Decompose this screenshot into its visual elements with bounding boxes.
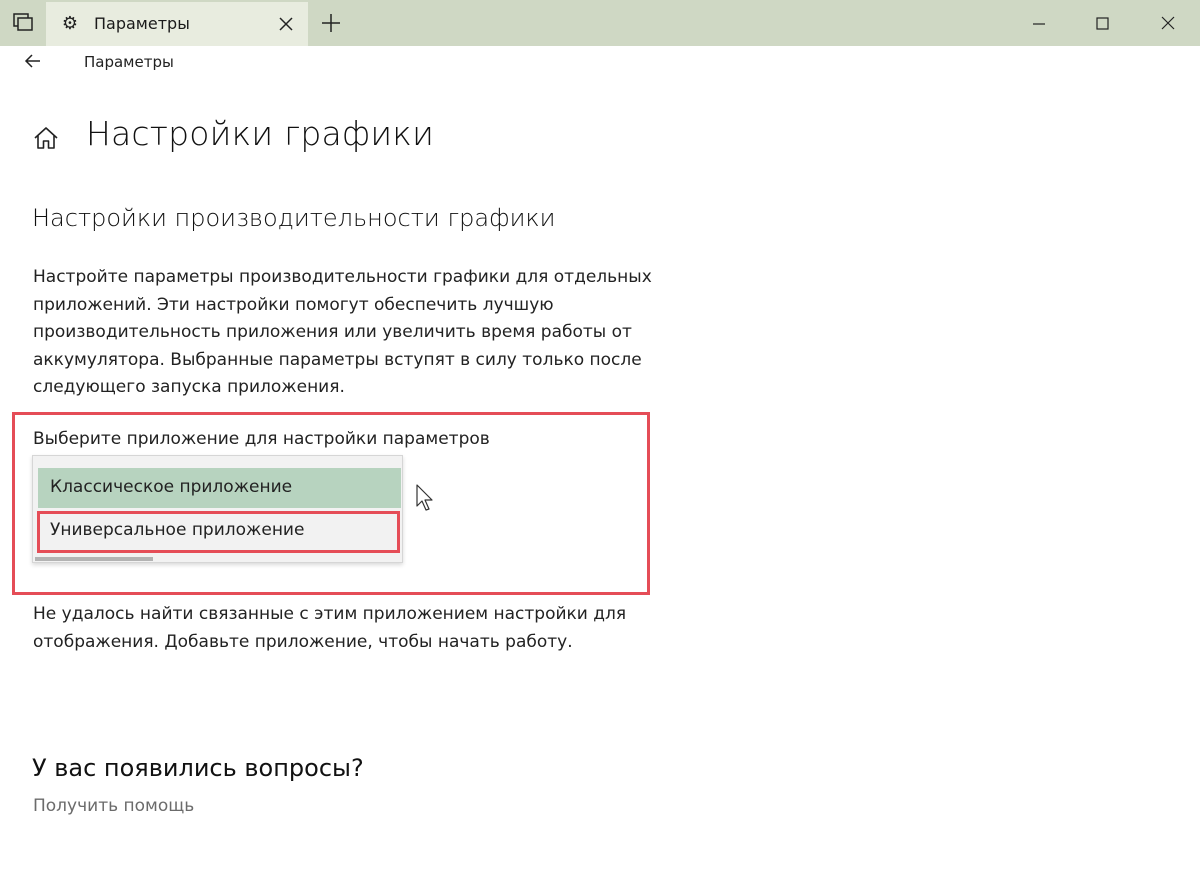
- mouse-cursor-icon: [416, 484, 434, 512]
- tab-settings[interactable]: ⚙ Параметры: [46, 2, 308, 46]
- task-view-icon[interactable]: [6, 8, 42, 38]
- option-classic-app[interactable]: Классическое приложение: [38, 468, 401, 508]
- app-type-dropdown[interactable]: Классическое приложение Универсальное пр…: [32, 455, 403, 563]
- description-text: Настройте параметры производительности г…: [33, 267, 652, 397]
- option-label: Универсальное приложение: [50, 520, 305, 540]
- title-bar: ⚙ Параметры: [0, 0, 1200, 46]
- home-icon[interactable]: [32, 124, 60, 152]
- back-button[interactable]: [18, 48, 48, 74]
- select-label: Выберите приложение для настройки параме…: [33, 429, 490, 449]
- maximize-button[interactable]: [1080, 4, 1126, 42]
- dropdown-scrollbar[interactable]: [35, 557, 153, 561]
- page-title: Настройки графики: [86, 114, 435, 153]
- option-label: Классическое приложение: [50, 477, 293, 497]
- app-title: Параметры: [84, 53, 174, 71]
- new-tab-button[interactable]: [318, 10, 344, 36]
- close-tab-icon[interactable]: [276, 14, 296, 34]
- tab-title: Параметры: [94, 14, 190, 33]
- option-universal-app[interactable]: Универсальное приложение: [37, 511, 400, 553]
- section-title: Настройки производительности графики: [32, 204, 556, 232]
- help-title: У вас появились вопросы?: [32, 754, 364, 782]
- gear-icon: ⚙: [61, 13, 79, 34]
- get-help-link[interactable]: Получить помощь: [33, 796, 194, 816]
- no-settings-message: Не удалось найти связанные с этим прилож…: [33, 604, 627, 652]
- minimize-button[interactable]: [1016, 4, 1062, 42]
- close-window-button[interactable]: [1145, 4, 1191, 42]
